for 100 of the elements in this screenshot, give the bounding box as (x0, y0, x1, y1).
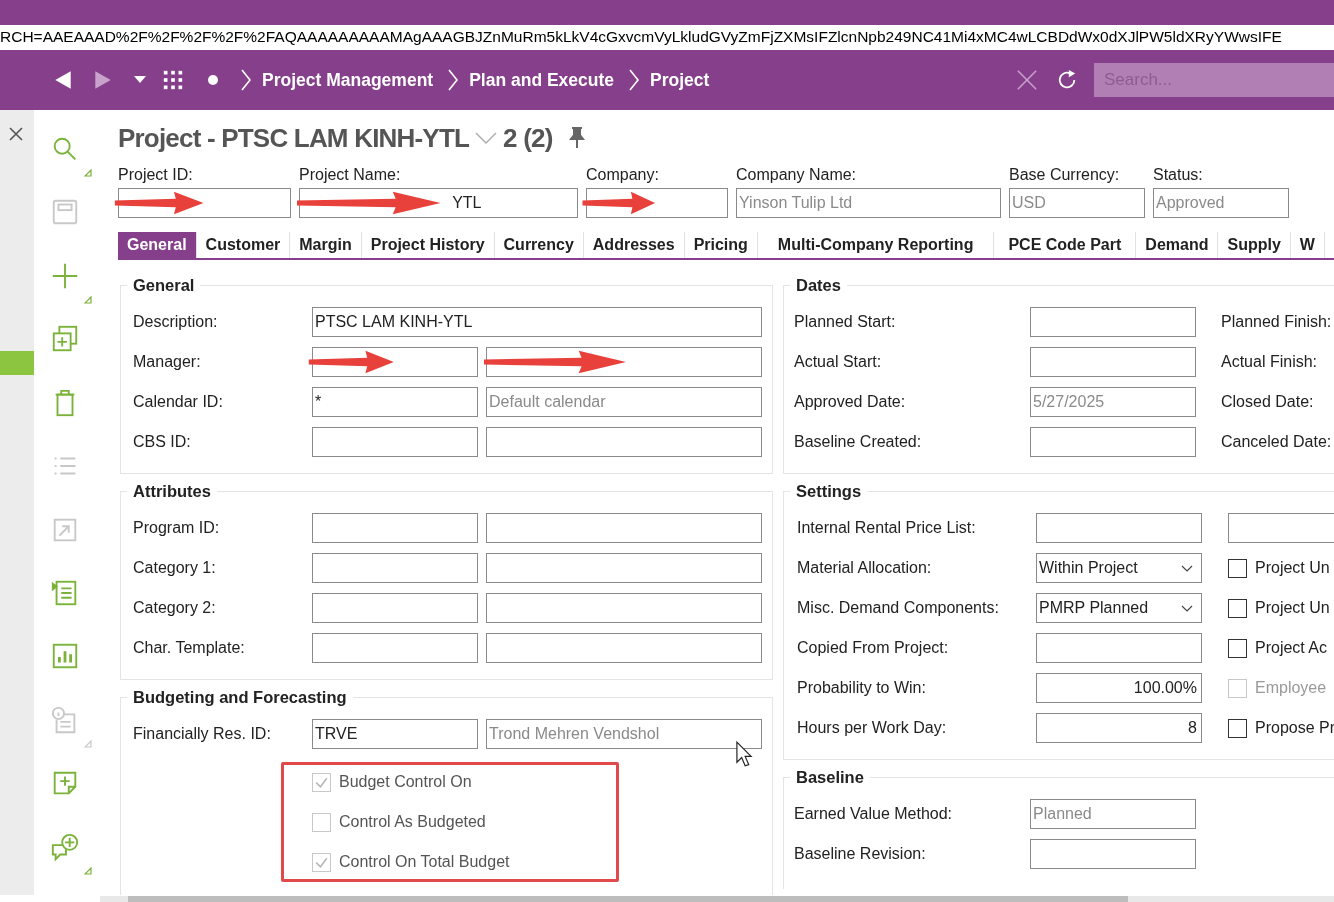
section-title: Baseline (795, 768, 865, 787)
checkbox-label: Employee (1255, 679, 1327, 697)
close-icon[interactable] (9, 127, 23, 141)
chevron-down-icon[interactable] (475, 132, 498, 144)
input-field[interactable]: 100.00% (1036, 673, 1202, 703)
close-icon[interactable] (1016, 69, 1038, 91)
input-field[interactable] (1228, 513, 1334, 543)
input-field[interactable] (486, 427, 762, 457)
input-field[interactable] (1030, 347, 1196, 377)
checkbox-label: Project Un (1255, 559, 1330, 577)
input-field[interactable]: * (312, 387, 478, 417)
input-field[interactable] (1030, 427, 1196, 457)
input-field[interactable]: PTSC LAM KINH-YTL (312, 307, 762, 337)
input-field[interactable] (486, 633, 762, 663)
checkbox-label: Budget Control On (339, 773, 472, 791)
input-field[interactable]: YTL (299, 188, 578, 218)
breadcrumb-link[interactable]: Project (650, 69, 710, 91)
field-label: Canceled Date: (1221, 433, 1332, 451)
field-label: Status: (1153, 166, 1204, 185)
section-title: General (132, 276, 196, 295)
input-field[interactable] (1036, 633, 1202, 663)
field-label: Material Allocation: (796, 559, 933, 577)
input-field[interactable]: 8 (1036, 713, 1202, 743)
field-label: Category 1: (132, 559, 217, 577)
input-field[interactable]: Yinson Tulip Ltd (736, 188, 1001, 218)
input-field[interactable] (486, 553, 762, 583)
checkbox-label: Project Ac (1255, 639, 1328, 657)
scroll-thumb[interactable] (128, 896, 1128, 902)
field-label: Category 2: (132, 599, 217, 617)
field-label: Planned Start: (794, 313, 897, 331)
field-label: CBS ID: (132, 433, 192, 451)
dropdown-field[interactable]: PMRP Planned (1036, 593, 1202, 623)
input-field[interactable]: 5/27/2025 (1030, 387, 1196, 417)
checkbox[interactable] (1228, 598, 1247, 618)
input-field[interactable] (1030, 307, 1196, 337)
field-label: Program ID: (132, 519, 221, 537)
field-label: Earned Value Method: (794, 805, 954, 823)
field-label: Actual Finish: (1221, 353, 1318, 371)
checkbox-label: Control As Budgeted (339, 813, 486, 831)
page-title: Project - PTSC LAM KINH-YTL (118, 122, 470, 154)
input-field[interactable]: Planned (1030, 799, 1196, 829)
field-label: Description: (132, 313, 219, 331)
field-label: Actual Start: (794, 353, 883, 371)
input-field[interactable] (1036, 513, 1202, 543)
input-field[interactable]: Default calendar (486, 387, 762, 417)
checkbox-label: Control On Total Budget (339, 853, 510, 871)
chevron-right-icon (447, 68, 460, 92)
dropdown-field[interactable]: Within Project (1036, 553, 1202, 583)
add-comment-icon[interactable] (50, 831, 80, 862)
field-label: Project Name: (299, 166, 402, 185)
field-label: Probability to Win: (796, 679, 927, 697)
chevron-down-icon (1181, 605, 1193, 613)
input-field[interactable] (312, 633, 478, 663)
pin-icon[interactable] (568, 127, 585, 149)
field-label: Misc. Demand Components: (796, 599, 1000, 617)
field-label: Project ID: (118, 166, 194, 185)
section-title: Settings (795, 482, 863, 501)
field-label: Company Name: (736, 166, 858, 185)
checkbox[interactable] (1228, 638, 1247, 658)
tab[interactable]: General (118, 232, 197, 258)
breadcrumb-link[interactable]: Project Management (262, 69, 434, 91)
field-label: Calendar ID: (132, 393, 224, 411)
field-label: Char. Template: (132, 639, 246, 657)
input-field[interactable] (312, 553, 478, 583)
home-dot-icon[interactable] (208, 75, 218, 85)
input-field[interactable] (312, 513, 478, 543)
refresh-icon[interactable] (1056, 69, 1078, 91)
field-label: Closed Date: (1221, 393, 1314, 411)
checkbox-label: Propose Pr (1255, 719, 1334, 737)
input-field[interactable]: Approved (1153, 188, 1289, 218)
field-label: Baseline Created: (794, 433, 923, 451)
field-label: Planned Finish: (1221, 313, 1332, 331)
field-label: Company: (586, 166, 660, 185)
input-field[interactable] (486, 513, 762, 543)
field-label: Internal Rental Price List: (796, 519, 977, 537)
chevron-right-icon (240, 68, 252, 92)
checkbox[interactable] (1228, 718, 1247, 738)
record-count: 2 (2) (503, 122, 553, 154)
chevron-down-icon (1181, 565, 1193, 573)
field-label: Manager: (132, 353, 202, 371)
checkbox-label: Project Un (1255, 599, 1330, 617)
input-field[interactable]: Trond Mehren Vendshol (486, 719, 762, 749)
field-label: Base Currency: (1009, 166, 1121, 185)
input-field[interactable] (486, 347, 762, 377)
input-field[interactable] (312, 427, 478, 457)
input-field[interactable] (486, 593, 762, 623)
mouse-pointer-icon (735, 741, 753, 767)
input-field[interactable]: TRVE (312, 719, 478, 749)
input-field[interactable] (312, 593, 478, 623)
breadcrumb-link[interactable]: Plan and Execute (469, 69, 615, 91)
input-field[interactable] (1030, 839, 1196, 869)
caret-icon[interactable] (134, 76, 146, 84)
field-label: Baseline Revision: (794, 845, 927, 863)
apps-grid-icon[interactable] (162, 69, 184, 91)
section-title: Attributes (132, 482, 212, 501)
chevron-right-icon (628, 68, 641, 92)
section-title: Dates (795, 276, 842, 295)
panel-indicator (0, 351, 34, 375)
scrollbar[interactable] (100, 896, 1334, 902)
checkbox[interactable] (1228, 558, 1247, 578)
